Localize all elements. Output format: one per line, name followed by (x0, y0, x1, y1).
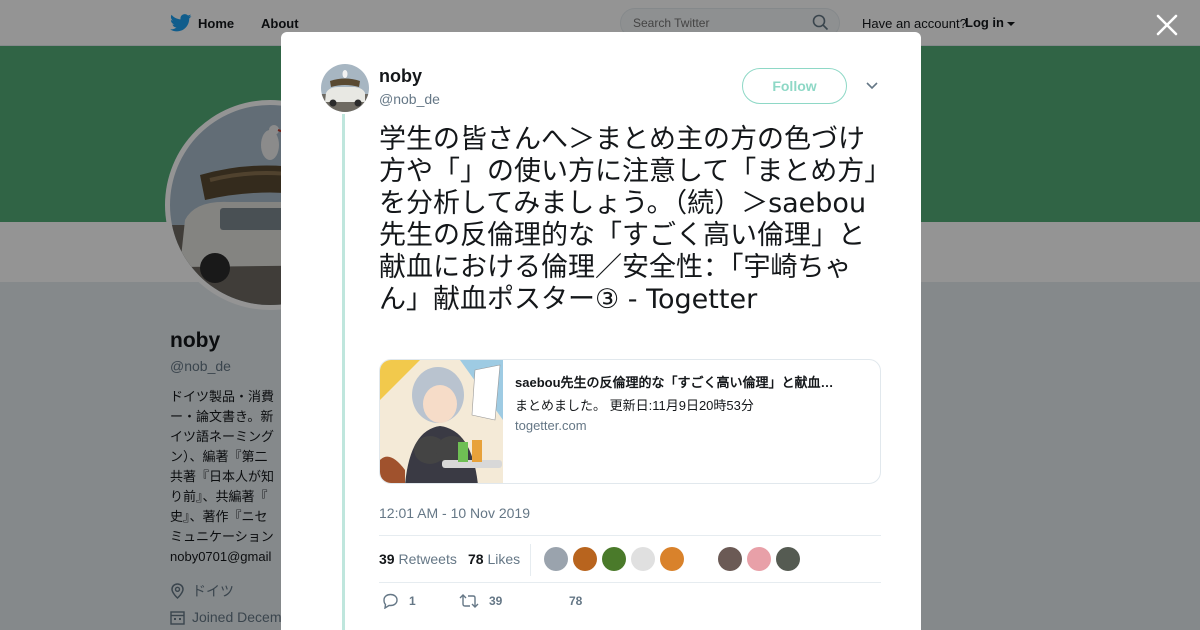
stats-divider (530, 544, 531, 576)
liker-avatar[interactable] (631, 547, 655, 571)
retweet-icon (459, 594, 479, 608)
reply-action[interactable]: 1 (381, 593, 416, 609)
card-title: saebou先生の反倫理的な「すごく高い倫理」と献血… (515, 375, 834, 390)
retweet-count: 39 (489, 594, 503, 608)
retweets-stat[interactable]: 39 Retweets (379, 551, 457, 567)
retweets-count: 39 (379, 551, 395, 567)
author-avatar-image (321, 64, 369, 112)
like-count: 78 (569, 594, 583, 608)
tweet-text: 学生の皆さんへ＞まとめ主の方の色づけ方や「」の使い方に注意して「まとめ方」を分析… (379, 124, 878, 315)
follow-button[interactable]: Follow (742, 68, 847, 104)
thread-line (342, 114, 345, 630)
author-name[interactable]: noby (379, 66, 422, 87)
tweet-actions: 1 39 78 (379, 593, 881, 617)
card-description: まとめました。 更新日:11月9日20時53分 (515, 398, 754, 413)
retweets-label: Retweets (398, 551, 457, 567)
card-thumbnail-image (380, 360, 503, 483)
card-thumbnail (380, 360, 503, 483)
liker-avatar[interactable] (602, 547, 626, 571)
chevron-down-icon[interactable] (865, 81, 879, 91)
retweet-action[interactable]: 39 (459, 593, 502, 609)
liker-avatar[interactable] (689, 547, 713, 571)
liker-avatar[interactable] (660, 547, 684, 571)
like-action[interactable]: 78 (541, 593, 582, 609)
tweet-modal: noby @nob_de Follow 学生の皆さんへ＞まとめ主の方の色づけ方や… (281, 32, 921, 630)
author-avatar[interactable] (321, 64, 369, 112)
liker-avatar[interactable] (776, 547, 800, 571)
link-card[interactable]: saebou先生の反倫理的な「すごく高い倫理」と献血… まとめました。 更新日:… (379, 359, 881, 484)
tweet-timestamp[interactable]: 12:01 AM - 10 Nov 2019 (379, 505, 530, 521)
liker-avatar[interactable] (544, 547, 568, 571)
likes-stat[interactable]: 78 Likes (468, 551, 520, 567)
heart-icon (541, 593, 559, 609)
likes-label: Likes (487, 551, 521, 567)
likes-count: 78 (468, 551, 484, 567)
liker-avatar[interactable] (718, 547, 742, 571)
reply-count: 1 (409, 594, 416, 608)
liker-avatar[interactable] (747, 547, 771, 571)
card-domain: togetter.com (515, 418, 587, 433)
tweet-stats: 39 Retweets 78 Likes (379, 535, 881, 583)
reply-icon (383, 593, 398, 609)
author-handle[interactable]: @nob_de (379, 91, 440, 107)
close-icon[interactable] (1154, 12, 1180, 38)
liker-avatar[interactable] (573, 547, 597, 571)
